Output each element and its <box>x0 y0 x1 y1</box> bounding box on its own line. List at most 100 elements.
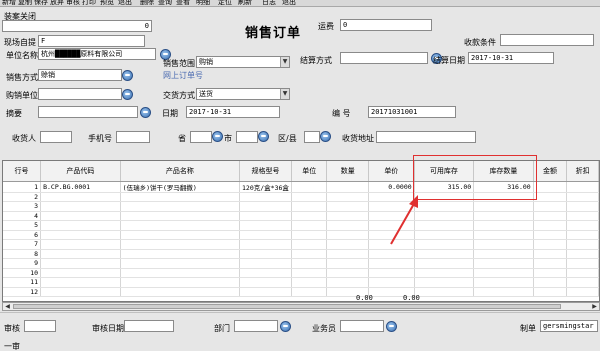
toolbar-item-10[interactable]: 查看 <box>176 0 190 6</box>
cell-qty[interactable] <box>326 258 369 269</box>
cell-stock[interactable] <box>473 258 534 269</box>
cell-qty[interactable] <box>326 230 369 240</box>
cell-unit[interactable] <box>291 258 328 269</box>
cell-name[interactable] <box>120 239 241 250</box>
scroll-left-icon[interactable]: ◀ <box>3 303 12 310</box>
cell-name[interactable] <box>120 258 241 269</box>
toolbar-item-14[interactable]: 日志 <box>262 0 276 6</box>
column-header-3[interactable]: 规格型号 <box>239 161 292 182</box>
cell-no[interactable]: 1 <box>3 181 42 193</box>
cell-qty[interactable] <box>326 239 369 250</box>
toolbar-item-12[interactable]: 定位 <box>218 0 232 6</box>
cell-spec[interactable] <box>239 211 292 221</box>
cell-amount[interactable] <box>533 211 568 221</box>
cell-amount[interactable] <box>533 239 568 250</box>
cell-avail[interactable] <box>414 268 475 278</box>
sales-method-lookup-icon[interactable] <box>122 70 133 81</box>
cell-code[interactable] <box>40 268 121 278</box>
toolbar-item-3[interactable]: 放弃 <box>50 0 64 6</box>
table-row[interactable]: 6 <box>3 230 599 240</box>
salesman-lookup-icon[interactable] <box>386 321 397 332</box>
cell-no[interactable]: 3 <box>3 201 42 212</box>
cell-code[interactable]: B.CP.BG.0001 <box>40 181 121 193</box>
cell-amount[interactable] <box>533 249 568 259</box>
cell-qty[interactable] <box>326 249 369 259</box>
buyer-lookup-icon[interactable] <box>122 89 133 100</box>
buyer-field[interactable] <box>38 88 122 100</box>
cell-name[interactable]: (伍瑞乡)饼干(罗马翻撒) <box>120 181 241 193</box>
audit-field[interactable] <box>24 320 56 332</box>
cell-price[interactable] <box>368 277 415 288</box>
cell-name[interactable] <box>120 211 241 221</box>
table-row[interactable]: 12 <box>3 287 599 297</box>
cell-spec[interactable] <box>239 258 292 269</box>
table-row[interactable]: 3 <box>3 201 599 212</box>
table-row[interactable]: 4 <box>3 211 599 221</box>
cell-unit[interactable] <box>291 192 328 202</box>
cell-stock[interactable] <box>473 201 534 212</box>
cell-qty[interactable] <box>326 277 369 288</box>
cell-no[interactable]: 4 <box>3 211 42 221</box>
scroll-thumb[interactable] <box>13 304 561 309</box>
cell-qty[interactable] <box>326 220 369 231</box>
cell-qty[interactable] <box>326 268 369 278</box>
toolbar-item-13[interactable]: 刷新 <box>238 0 252 6</box>
district-lookup-icon[interactable] <box>320 131 331 142</box>
closed-field[interactable]: 0 <box>2 20 152 32</box>
cell-code[interactable] <box>40 220 121 231</box>
cell-disc[interactable] <box>566 220 599 231</box>
cell-name[interactable] <box>120 220 241 231</box>
cell-disc[interactable] <box>566 249 599 259</box>
cell-name[interactable] <box>120 249 241 259</box>
cell-no[interactable]: 5 <box>3 220 42 231</box>
cell-name[interactable] <box>120 230 241 240</box>
cell-amount[interactable] <box>533 181 568 193</box>
cell-code[interactable] <box>40 201 121 212</box>
cell-name[interactable] <box>120 287 241 297</box>
province-field[interactable] <box>190 131 212 143</box>
cell-amount[interactable] <box>533 230 568 240</box>
cell-disc[interactable] <box>566 181 599 193</box>
cell-disc[interactable] <box>566 230 599 240</box>
cell-name[interactable] <box>120 268 241 278</box>
column-header-0[interactable]: 行号 <box>3 161 42 182</box>
unit-field[interactable]: 杭州██████原料有限公司 <box>38 48 156 60</box>
cell-qty[interactable] <box>326 181 369 193</box>
cell-unit[interactable] <box>291 287 328 297</box>
cell-stock[interactable] <box>473 277 534 288</box>
freight-field[interactable]: 0 <box>340 19 432 31</box>
toolbar-item-11[interactable]: 明细 <box>196 0 210 6</box>
cell-disc[interactable] <box>566 211 599 221</box>
cell-price[interactable] <box>368 268 415 278</box>
toolbar-item-7[interactable]: 退出 <box>118 0 132 6</box>
cell-price[interactable] <box>368 258 415 269</box>
cell-amount[interactable] <box>533 287 568 297</box>
cell-spec[interactable] <box>239 230 292 240</box>
cell-no[interactable]: 6 <box>3 230 42 240</box>
delivery-dropdown-icon[interactable]: ▼ <box>280 89 289 99</box>
cell-qty[interactable] <box>326 201 369 212</box>
toolbar-item-15[interactable]: 退出 <box>282 0 296 6</box>
scroll-right-icon[interactable]: ▶ <box>590 303 599 310</box>
cell-spec[interactable] <box>239 287 292 297</box>
cell-amount[interactable] <box>533 258 568 269</box>
cell-no[interactable]: 11 <box>3 277 42 288</box>
province-lookup-icon[interactable] <box>212 131 223 142</box>
cell-stock[interactable] <box>473 220 534 231</box>
cell-no[interactable]: 2 <box>3 192 42 202</box>
toolbar-item-8[interactable]: 删除 <box>140 0 154 6</box>
cell-name[interactable] <box>120 192 241 202</box>
cell-price[interactable]: 0.0000 <box>368 181 415 193</box>
district-field[interactable] <box>304 131 320 143</box>
cell-unit[interactable] <box>291 211 328 221</box>
spot-field[interactable]: F <box>38 35 145 47</box>
cell-amount[interactable] <box>533 277 568 288</box>
cell-avail[interactable] <box>414 277 475 288</box>
summary-lookup-icon[interactable] <box>140 107 151 118</box>
cell-no[interactable]: 10 <box>3 268 42 278</box>
cell-disc[interactable] <box>566 287 599 297</box>
cell-code[interactable] <box>40 230 121 240</box>
toolbar-item-2[interactable]: 保存 <box>34 0 48 6</box>
cell-amount[interactable] <box>533 220 568 231</box>
cell-amount[interactable] <box>533 192 568 202</box>
